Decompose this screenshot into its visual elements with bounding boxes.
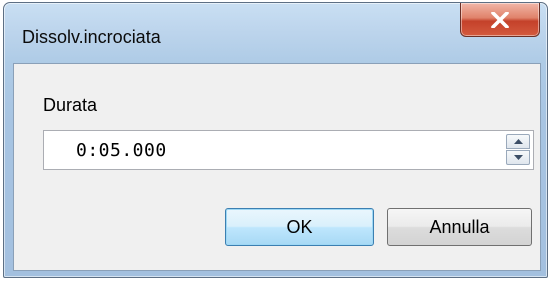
ok-button[interactable]: OK xyxy=(225,208,374,246)
cancel-button[interactable]: Annulla xyxy=(387,208,532,246)
close-button[interactable] xyxy=(460,3,540,37)
close-icon xyxy=(491,11,509,28)
spin-down-button[interactable] xyxy=(506,150,530,165)
spin-down-icon xyxy=(513,155,523,160)
spin-up-button[interactable] xyxy=(506,134,530,149)
duration-input[interactable]: 0:05.000 xyxy=(76,140,167,161)
spin-buttons xyxy=(506,134,530,166)
window-title: Dissolv.incrociata xyxy=(22,27,161,47)
dialog-content: Durata 0:05.000 OK Annulla xyxy=(13,63,541,271)
duration-spinbox[interactable]: 0:05.000 xyxy=(43,130,534,170)
spin-up-icon xyxy=(513,139,523,144)
duration-label: Durata xyxy=(43,95,98,115)
dialog-window: Dissolv.incrociata Durata 0:05.000 OK An… xyxy=(3,2,548,278)
